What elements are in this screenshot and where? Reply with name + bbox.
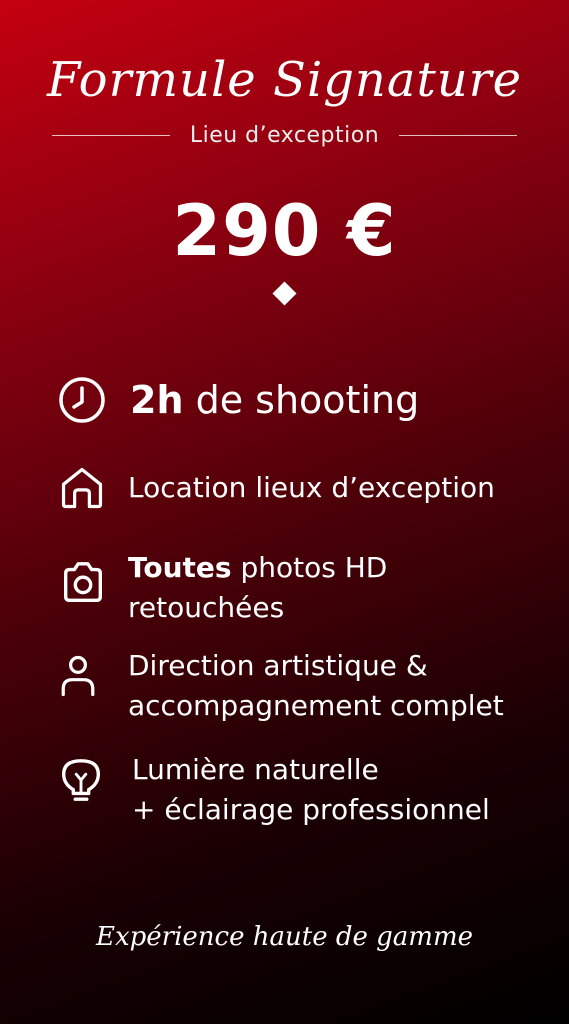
feature-text-line2: accompagnement complet (128, 689, 504, 722)
price: 290 € (172, 190, 397, 272)
feature-text: Location lieux d’exception (128, 468, 558, 508)
feature-text: 2h de shooting (130, 374, 560, 426)
feature-text-line1: Lumière naturelle (132, 753, 379, 786)
user-icon (61, 655, 95, 697)
feature-text: Lumière naturelle + éclairage profession… (132, 750, 562, 830)
feature-text: Toutes photos HD retouchées (128, 548, 558, 628)
lightbulb-icon (62, 759, 100, 801)
diamond-ornament (272, 281, 297, 306)
clock-icon (59, 377, 105, 423)
subtitle-divider-left (52, 134, 170, 136)
feature-text-rest: Location lieux d’exception (128, 471, 495, 504)
home-icon (61, 467, 103, 509)
card-subtitle: Lieu d’exception (189, 122, 380, 148)
feature-text-line2: retouchées (128, 591, 285, 624)
feature-text-line2: + éclairage professionnel (132, 793, 490, 826)
feature-text-bold: 2h (130, 378, 184, 422)
feature-text-line1: Direction artistique & (128, 649, 428, 682)
tagline: Expérience haute de gamme (96, 922, 473, 952)
feature-text: Direction artistique & accompagnement co… (128, 646, 558, 726)
feature-text-rest: de shooting (183, 378, 420, 422)
pricing-card: Formule Signature Lieu d’exception 290 €… (0, 0, 569, 1024)
feature-text-bold: Toutes (128, 551, 232, 584)
camera-icon (64, 562, 102, 602)
feature-text-line1: Toutes photos HD (128, 548, 558, 588)
subtitle-divider-right (398, 134, 517, 136)
subtitle-row: Lieu d’exception (52, 118, 517, 152)
card-title: Formule Signature (46, 52, 522, 108)
feature-text-rest: photos HD (231, 551, 388, 584)
